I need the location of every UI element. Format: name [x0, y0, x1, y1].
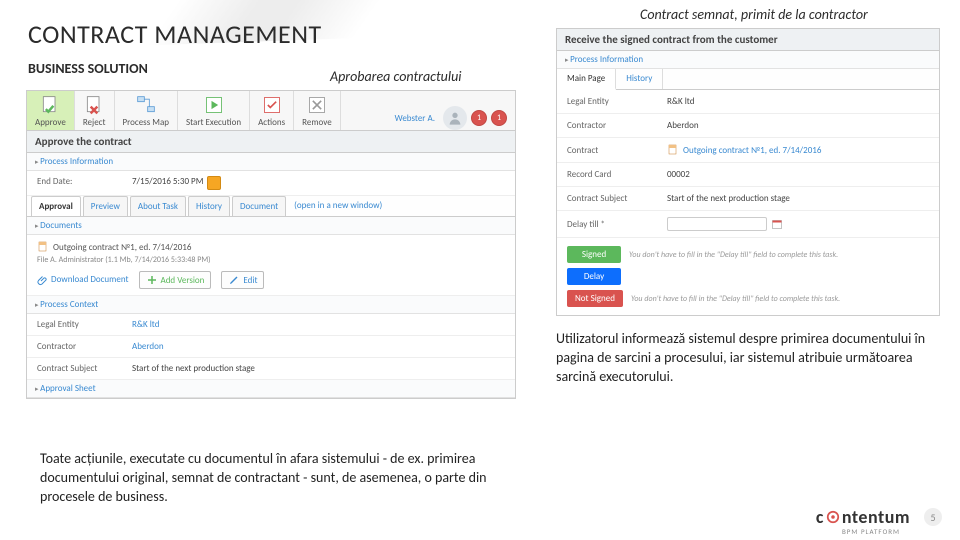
process-info-subheader-r[interactable]: Process Information: [557, 51, 939, 69]
not-signed-hint: You don't have to fill in the "Delay til…: [631, 294, 840, 304]
contractor-label: Contractor: [37, 341, 132, 352]
signed-hint: You don't have to fill in the "Delay til…: [629, 250, 838, 260]
document-tabs: Approval Preview About Task History Docu…: [27, 196, 515, 217]
notification-badge-1[interactable]: 1: [471, 110, 487, 126]
gear-icon: [826, 510, 840, 524]
toolbar: Approve Reject Process Map Start Executi…: [27, 91, 515, 131]
process-map-label: Process Map: [123, 117, 169, 128]
tab-history[interactable]: History: [188, 196, 230, 216]
tab-about[interactable]: About Task: [130, 196, 186, 216]
contract-label-r: Contract: [567, 145, 667, 156]
start-execution-label: Start Execution: [186, 117, 241, 128]
process-map-button[interactable]: Process Map: [115, 91, 178, 130]
document-title[interactable]: Outgoing contract №1, ed. 7/14/2016: [53, 242, 191, 253]
record-card-label: Record Card: [567, 169, 667, 180]
approve-header: Approve the contract: [27, 131, 515, 153]
process-info-subheader[interactable]: Process Information: [27, 153, 515, 171]
edit-button[interactable]: Edit: [221, 271, 264, 289]
pencil-icon: [228, 274, 240, 286]
avatar[interactable]: [443, 106, 467, 130]
tab-main-page[interactable]: Main Page: [557, 69, 616, 90]
add-version-button[interactable]: Add Version: [139, 271, 212, 289]
delay-till-input[interactable]: [667, 217, 767, 231]
contract-value-r[interactable]: Outgoing contract №1, ed. 7/14/2016: [683, 145, 821, 156]
approve-label: Approve: [35, 117, 66, 128]
legal-entity-value[interactable]: R&K ltd: [132, 319, 159, 330]
tab-approval[interactable]: Approval: [31, 196, 81, 216]
clock-icon: [207, 176, 221, 190]
legal-entity-value-r[interactable]: R&K ltd: [667, 96, 694, 107]
page-number: 5: [924, 508, 942, 526]
paperclip-icon: [37, 274, 49, 286]
legal-entity-label: Legal Entity: [37, 319, 132, 330]
notification-badge-2[interactable]: 1: [491, 110, 507, 126]
tab-history-r[interactable]: History: [616, 69, 663, 89]
record-card-value[interactable]: 00002: [667, 169, 690, 180]
user-name: Webster A.: [395, 113, 435, 124]
legal-entity-label-r: Legal Entity: [567, 96, 667, 107]
approval-sheet-subheader[interactable]: Approval Sheet: [27, 380, 515, 398]
calendar-icon[interactable]: [771, 218, 783, 230]
documents-subheader[interactable]: Documents: [27, 217, 515, 235]
receive-contract-panel: Receive the signed contract from the cus…: [556, 28, 940, 316]
logo-subtitle: BPM PLATFORM: [842, 527, 900, 536]
page-icon: [37, 241, 49, 253]
tab-preview[interactable]: Preview: [83, 196, 128, 216]
page-subtitle: BUSINESS SOLUTION: [28, 60, 148, 77]
tab-document[interactable]: Document: [232, 196, 286, 216]
contractor-value[interactable]: Aberdon: [132, 341, 164, 352]
edit-label: Edit: [243, 275, 257, 286]
delay-button[interactable]: Delay: [567, 268, 621, 285]
start-execution-icon: [204, 95, 224, 115]
signed-button[interactable]: Signed: [567, 246, 621, 263]
caption-left: Aprobarea contractului: [330, 68, 462, 85]
delay-till-label: Delay till *: [567, 219, 667, 230]
start-execution-button[interactable]: Start Execution: [178, 91, 250, 130]
actions-label: Actions: [258, 117, 285, 128]
remove-button[interactable]: Remove: [294, 91, 341, 130]
actions-button[interactable]: Actions: [250, 91, 294, 130]
contractor-label-r: Contractor: [567, 120, 667, 131]
description-left: Toate acțiunile, executate cu documentul…: [40, 450, 500, 507]
contract-subject-label: Contract Subject: [37, 363, 132, 374]
contractor-value-r[interactable]: Aberdon: [667, 120, 699, 131]
reject-label: Reject: [83, 117, 106, 128]
contract-subject-value: Start of the next production stage: [132, 363, 255, 374]
document-meta: File A. Administrator (1.1 Mb, 7/14/2016…: [37, 255, 505, 265]
approve-button[interactable]: Approve: [27, 91, 75, 130]
logo: c ntentum: [816, 506, 910, 528]
approve-contract-panel: Approve Reject Process Map Start Executi…: [26, 90, 516, 399]
receive-header: Receive the signed contract from the cus…: [557, 29, 939, 51]
logo-c: c: [816, 506, 824, 528]
not-signed-button[interactable]: Not Signed: [567, 290, 623, 307]
contract-subject-label-r: Contract Subject: [567, 193, 667, 204]
reject-button[interactable]: Reject: [75, 91, 115, 130]
end-date-label: End Date:: [37, 176, 132, 190]
end-date-value: 7/15/2016 5:30 PM: [132, 176, 203, 190]
caption-right: Contract semnat, primit de la contractor: [640, 6, 868, 23]
process-context-subheader[interactable]: Process Context: [27, 296, 515, 314]
remove-label: Remove: [302, 117, 332, 128]
logo-rest: ntentum: [842, 506, 910, 528]
actions-icon: [262, 95, 282, 115]
download-label: Download Document: [51, 274, 128, 285]
download-link[interactable]: Download Document: [37, 274, 129, 286]
open-new-window-link[interactable]: (open in a new window): [294, 196, 382, 216]
page-icon: [667, 144, 679, 156]
reject-icon: [84, 95, 104, 115]
approve-icon: [40, 95, 60, 115]
plus-icon: [146, 274, 158, 286]
description-right: Utilizatorul informează sistemul despre …: [556, 330, 936, 387]
add-version-label: Add Version: [161, 275, 205, 286]
page-title: CONTRACT MANAGEMENT: [28, 18, 322, 50]
remove-icon: [307, 95, 327, 115]
contract-subject-value-r: Start of the next production stage: [667, 193, 790, 204]
process-map-icon: [136, 95, 156, 115]
